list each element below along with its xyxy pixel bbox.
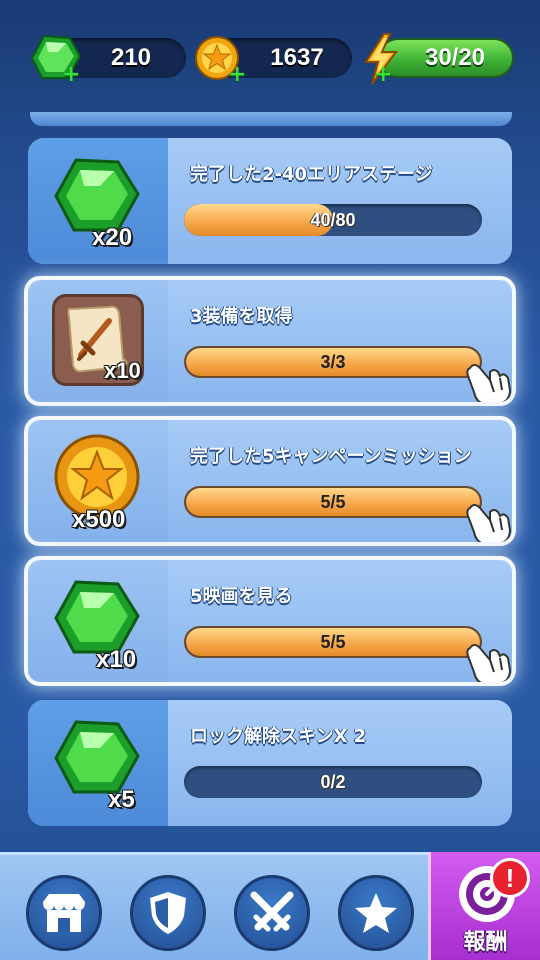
quest-card: x5 ロック解除スキンX 2 0/2 [28,700,512,826]
add-energy-icon[interactable]: + [374,62,392,87]
nav-equipment-button[interactable] [130,875,206,951]
shop-icon [43,894,85,932]
add-coins-icon[interactable]: + [228,62,246,87]
star-icon [355,893,397,933]
progress-text: 40/80 [310,210,356,230]
progress-bar: 5/5 [184,486,482,518]
reward-panel [28,700,168,826]
gems-value: 210 [110,44,152,71]
progress-bar: 3/3 [184,346,482,378]
quest-card-claimable[interactable]: x10 5映画を見る 5/5 [24,556,516,686]
reward-count: x5 [108,786,135,813]
coins-value: 1637 [270,44,324,71]
reward-count: x500 [72,506,126,533]
shield-icon [150,892,186,934]
progress-text: 0/2 [320,772,346,792]
quest-title: 完了した2-40エリアステージ [190,164,433,185]
notification-badge: ! [490,858,530,898]
progress-bar: 5/5 [184,626,482,658]
list-top-edge [30,112,512,126]
reward-count: x20 [92,224,133,251]
progress-text: 3/3 [320,352,346,372]
tap-hand-icon [466,504,512,542]
reward-count: x10 [96,646,137,673]
quest-card-claimable[interactable]: x10 3装備を取得 3/3 [24,276,516,406]
quest-card: x20 完了した2-40エリアステージ 40/80 [28,138,512,264]
progress-bar: 40/80 [184,204,482,236]
energy-value: 30/20 [424,44,486,71]
tap-hand-icon [466,364,512,402]
quest-title: 3装備を取得 [190,306,293,327]
crossed-swords-icon [250,891,294,932]
progress-bar: 0/2 [184,766,482,798]
nav-rewards-label: 報酬 [463,930,508,955]
nav-shop-button[interactable] [26,875,102,951]
progress-text: 5/5 [320,632,346,652]
quest-title: 完了した5キャンペーンミッション [190,446,472,467]
add-gems-icon[interactable]: + [62,62,80,87]
progress-text: 5/5 [320,492,346,512]
quest-title: ロック解除スキンX 2 [190,726,367,747]
nav-battle-button[interactable] [234,875,310,951]
reward-count: x10 [104,358,141,383]
quest-title: 5映画を見る [190,586,293,607]
tap-hand-icon [466,644,512,682]
quest-card-claimable[interactable]: x500 完了した5キャンペーンミッション 5/5 [24,416,516,546]
reward-panel [28,280,168,402]
nav-favorites-button[interactable] [338,875,414,951]
